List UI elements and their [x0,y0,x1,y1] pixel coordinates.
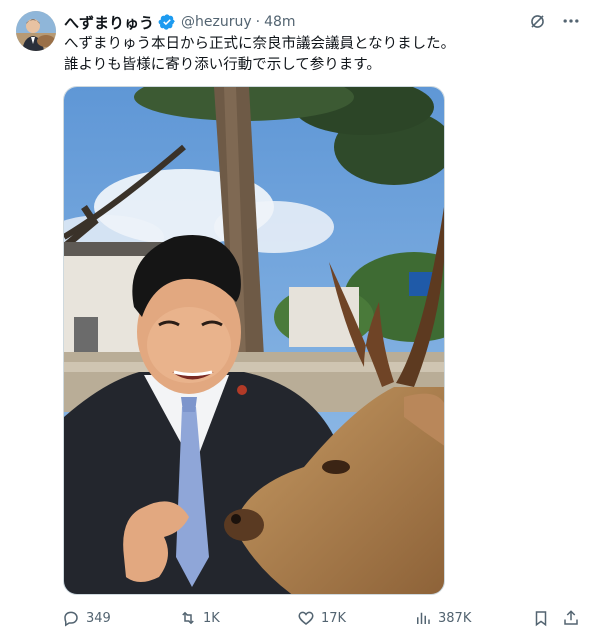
grok-icon[interactable] [527,11,547,31]
tweet-photo[interactable] [63,86,445,595]
tweet-header: へずまりゅう @hezuruy · 48m [64,11,296,33]
avatar[interactable] [16,11,56,51]
author-handle[interactable]: @hezuruy [181,14,252,30]
views-icon [417,612,430,624]
view-count: 387K [438,610,472,626]
avatar-image [16,11,56,51]
separator-dot: · [255,14,261,30]
retweet-button[interactable]: 1K [179,609,220,627]
like-button[interactable]: 17K [297,609,346,627]
share-icon [564,610,578,625]
retweet-icon [182,611,194,625]
like-count: 17K [321,610,347,626]
reply-button[interactable]: 349 [62,609,111,627]
tweet-top-actions [527,11,581,31]
bookmark-icon [535,611,547,627]
views-button[interactable]: 387K [414,609,471,627]
tweet-action-bar: 349 1K 17K 387K [62,606,587,630]
tweet-text-line-2: 誰よりも皆様に寄り添い行動で示して参ります。 [64,57,381,73]
retweet-count: 1K [203,610,220,626]
tweet-text-line-1: へずまりゅう本日から正式に奈良市議会議員となりました。 [64,36,456,52]
timestamp[interactable]: 48m [264,14,295,30]
more-icon[interactable] [561,11,581,31]
author-display-name[interactable]: へずまりゅう [64,12,154,33]
verified-badge-icon [158,13,176,31]
reply-icon [64,611,78,627]
photo-scene [64,87,444,594]
tweet-text: へずまりゅう本日から正式に奈良市議会議員となりました。 誰よりも皆様に寄り添い行… [64,34,584,76]
share-button[interactable] [562,609,580,627]
bookmark-button[interactable] [532,609,550,627]
reply-count: 349 [86,610,111,626]
heart-icon [298,611,314,625]
